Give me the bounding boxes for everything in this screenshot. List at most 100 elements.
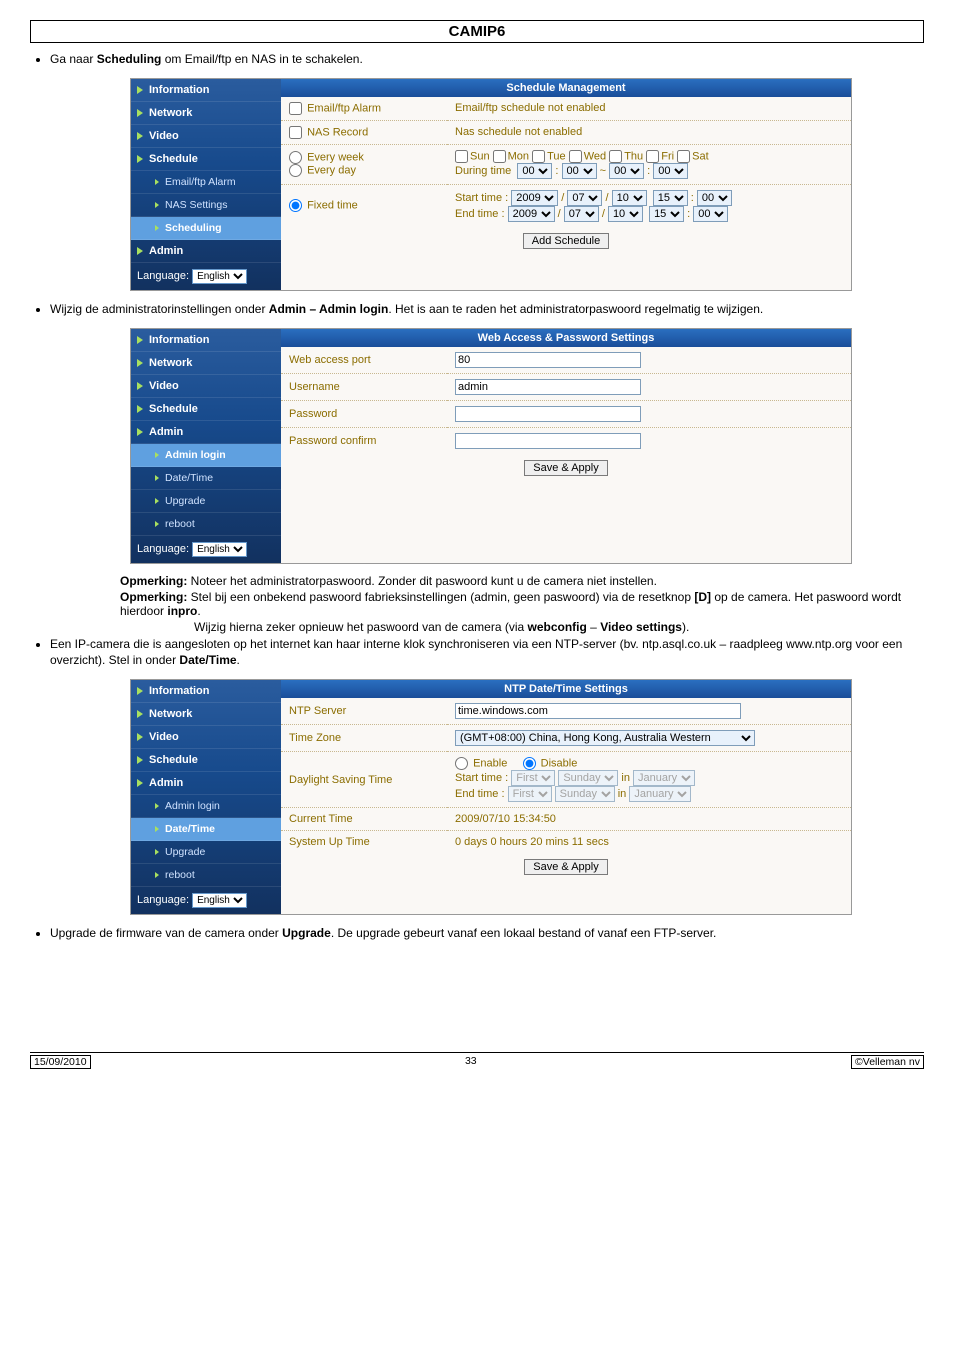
label: Email/ftp Alarm — [307, 102, 381, 114]
ntp-server-input[interactable] — [455, 703, 741, 719]
day-checkbox[interactable] — [646, 150, 659, 163]
label: Fixed time — [307, 200, 358, 212]
text: Upgrade de firmware van de camera onder — [50, 926, 282, 940]
language-select[interactable]: English — [192, 269, 247, 284]
chevron-right-icon — [137, 382, 143, 390]
sidebar-item-video[interactable]: Video — [131, 375, 281, 398]
sidebar-item-admin[interactable]: Admin — [131, 240, 281, 263]
day-checkbox[interactable] — [455, 150, 468, 163]
sidebar-item-upgrade[interactable]: Upgrade — [131, 490, 281, 513]
everyweek-radio[interactable] — [289, 151, 302, 164]
language-label: Language: — [137, 543, 189, 555]
fixedtime-radio[interactable] — [289, 199, 302, 212]
sidebar-item-video[interactable]: Video — [131, 726, 281, 749]
dst-select: January — [633, 770, 695, 786]
time-select[interactable]: 00 — [562, 163, 597, 179]
hour-select[interactable]: 15 — [653, 190, 688, 206]
paragraph: Wijzig de administratorinstellingen onde… — [30, 301, 924, 318]
sidebar-item-admin[interactable]: Admin — [131, 421, 281, 444]
sidebar-item-network[interactable]: Network — [131, 703, 281, 726]
sidebar-item-admin[interactable]: Admin — [131, 772, 281, 795]
chevron-right-icon — [155, 803, 159, 809]
text: om Email/ftp en NAS in te schakelen. — [161, 52, 362, 66]
chevron-right-icon — [137, 687, 143, 695]
day-checkbox[interactable] — [609, 150, 622, 163]
doc-title: CAMIP6 — [30, 20, 924, 43]
day-checkbox[interactable] — [493, 150, 506, 163]
sidebar-item-schedule[interactable]: Schedule — [131, 749, 281, 772]
username-input[interactable] — [455, 379, 641, 395]
sidebar-item-network[interactable]: Network — [131, 352, 281, 375]
label: Enable — [473, 758, 507, 770]
web-port-input[interactable] — [455, 352, 641, 368]
label: Daylight Saving Time — [281, 752, 447, 808]
sidebar-item-schedule[interactable]: Schedule — [131, 398, 281, 421]
year-select[interactable]: 2009 — [508, 206, 555, 222]
day-select[interactable]: 10 — [608, 206, 643, 222]
bold: Opmerking: — [120, 590, 187, 604]
dst-select: First — [508, 786, 552, 802]
day-select[interactable]: 10 — [612, 190, 647, 206]
bold: Scheduling — [97, 52, 162, 66]
bold: Video settings — [600, 620, 682, 634]
text: . Het is aan te raden het administratorp… — [388, 302, 763, 316]
sidebar-item-datetime[interactable]: Date/Time — [131, 818, 281, 841]
sidebar-item-nas[interactable]: NAS Settings — [131, 194, 281, 217]
footer-date: 15/09/2010 — [30, 1055, 91, 1069]
minute-select[interactable]: 00 — [693, 206, 728, 222]
time-select[interactable]: 00 — [609, 163, 644, 179]
day-checkbox[interactable] — [677, 150, 690, 163]
config-table: NTP Server Time Zone (GMT+08:00) China, … — [281, 698, 851, 853]
year-select[interactable]: 2009 — [511, 190, 558, 206]
time-select[interactable]: 00 — [517, 163, 552, 179]
minute-select[interactable]: 00 — [697, 190, 732, 206]
sidebar-item-adminlogin[interactable]: Admin login — [131, 444, 281, 467]
footer-copyright: ©Velleman nv — [851, 1055, 924, 1069]
chevron-right-icon — [137, 247, 143, 255]
language-select[interactable]: English — [192, 893, 247, 908]
nas-checkbox[interactable] — [289, 126, 302, 139]
time-select[interactable]: 00 — [653, 163, 688, 179]
sidebar-item-information[interactable]: Information — [131, 680, 281, 703]
month-select[interactable]: 07 — [567, 190, 602, 206]
save-apply-button[interactable] — [524, 859, 607, 875]
config-table: Email/ftp Alarm Email/ftp schedule not e… — [281, 97, 851, 227]
chevron-right-icon — [137, 336, 143, 344]
sidebar-item-reboot[interactable]: reboot — [131, 513, 281, 536]
sidebar-item-emailftp[interactable]: Email/ftp Alarm — [131, 171, 281, 194]
sidebar-item-information[interactable]: Information — [131, 79, 281, 102]
sidebar-item-datetime[interactable]: Date/Time — [131, 467, 281, 490]
sidebar-item-video[interactable]: Video — [131, 125, 281, 148]
sidebar-item-information[interactable]: Information — [131, 329, 281, 352]
paragraph: Ga naar Scheduling om Email/ftp en NAS i… — [30, 51, 924, 68]
month-select[interactable]: 07 — [564, 206, 599, 222]
password-confirm-input[interactable] — [455, 433, 641, 449]
sidebar-item-label: Admin — [149, 777, 183, 789]
sidebar-item-scheduling[interactable]: Scheduling — [131, 217, 281, 240]
day-checkbox[interactable] — [532, 150, 545, 163]
emailftp-checkbox[interactable] — [289, 102, 302, 115]
remark-line: Wijzig hierna zeker opnieuw het paswoord… — [194, 620, 924, 634]
disable-radio[interactable] — [523, 757, 536, 770]
password-input[interactable] — [455, 406, 641, 422]
chevron-right-icon — [137, 428, 143, 436]
sidebar-item-label: Admin login — [165, 800, 220, 812]
language-select[interactable]: English — [192, 542, 247, 557]
sidebar-item-reboot[interactable]: reboot — [131, 864, 281, 887]
sidebar: Information Network Video Schedule Admin… — [131, 329, 281, 563]
sidebar-item-upgrade[interactable]: Upgrade — [131, 841, 281, 864]
hour-select[interactable]: 15 — [649, 206, 684, 222]
day-checkbox[interactable] — [569, 150, 582, 163]
sidebar-item-adminlogin[interactable]: Admin login — [131, 795, 281, 818]
save-apply-button[interactable] — [524, 460, 607, 476]
timezone-select[interactable]: (GMT+08:00) China, Hong Kong, Australia … — [455, 730, 755, 746]
sidebar-item-network[interactable]: Network — [131, 102, 281, 125]
add-schedule-button[interactable] — [523, 233, 610, 249]
text-line: Upgrade de firmware van de camera onder … — [50, 925, 924, 942]
day-label: Thu — [624, 150, 643, 162]
screenshot-admin: Information Network Video Schedule Admin… — [130, 328, 852, 564]
sidebar-item-schedule[interactable]: Schedule — [131, 148, 281, 171]
enable-radio[interactable] — [455, 757, 468, 770]
bold: Admin – Admin login — [269, 302, 389, 316]
everyday-radio[interactable] — [289, 164, 302, 177]
